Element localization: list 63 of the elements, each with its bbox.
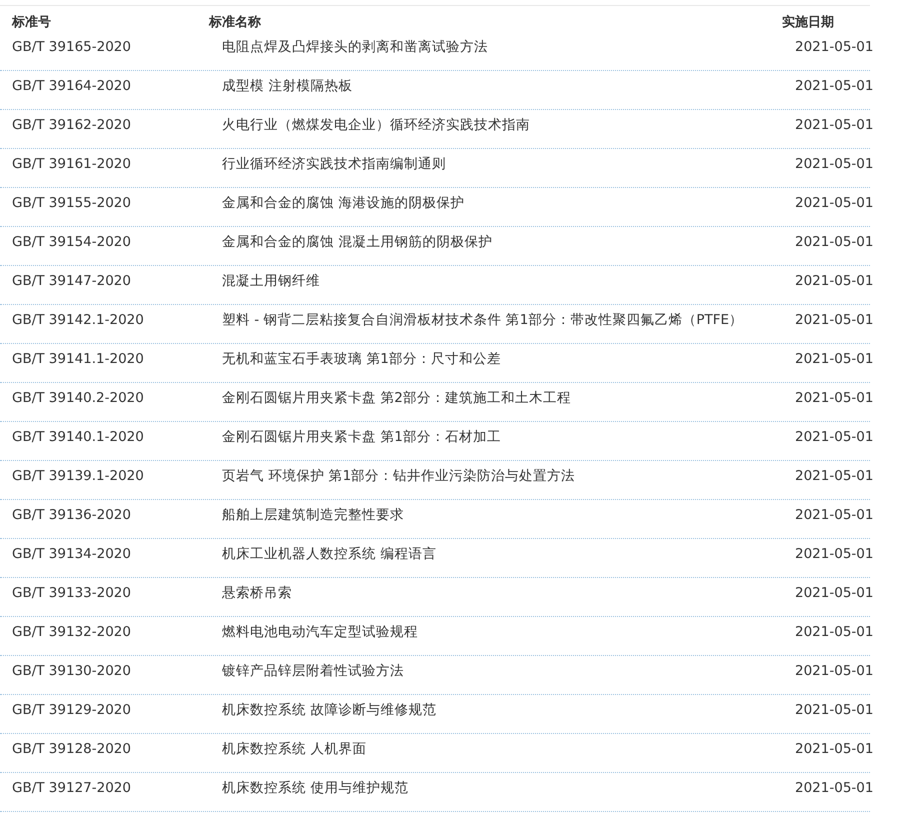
date-cell-text: 2021-05-01	[795, 272, 874, 291]
standard-name-cell-text: 镀锌产品锌层附着性试验方法	[222, 662, 405, 681]
standard-name-cell-text: 燃料电池电动汽车定型试验规程	[222, 623, 419, 642]
standard-number-cell-text: GB/T 39162-2020	[12, 116, 132, 135]
date-cell-text: 2021-05-01	[795, 701, 874, 720]
standard-name-cell-text: 电阻点焊及凸焊接头的剥离和凿离试验方法	[222, 38, 489, 57]
standard-number-cell-text: GB/T 39132-2020	[12, 623, 132, 642]
date-cell-text: 2021-05-01	[795, 350, 874, 369]
standard-name-cell-text: 塑料 - 钢背二层粘接复合自润滑板材技术条件 第1部分：带改性聚四氟乙烯（PTFE）	[222, 311, 744, 330]
standard-name-cell-text: 机床数控系统 使用与维护规范	[222, 779, 410, 798]
standard-name-cell-text: 成型模 注射模隔热板	[222, 77, 354, 96]
standard-number-cell-text: GB/T 39165-2020	[12, 38, 132, 57]
standard-number-cell-text: GB/T 39139.1-2020	[12, 467, 145, 486]
date-cell-text: 2021-05-01	[795, 428, 874, 447]
standard-name-cell-text: 页岩气 环境保护 第1部分：钻井作业污染防治与处置方法	[222, 467, 576, 486]
standard-number-cell-text: GB/T 39128-2020	[12, 740, 132, 759]
standard-number-cell-text: GB/T 39154-2020	[12, 233, 132, 252]
standard-number-cell-text: GB/T 39127-2020	[12, 779, 132, 798]
standard-number-cell-text: GB/T 39141.1-2020	[12, 350, 145, 369]
standard-name-cell-text: 行业循环经济实践技术指南编制通则	[222, 155, 447, 174]
standard-name-cell-text: 金刚石圆锯片用夹紧卡盘 第2部分：建筑施工和土木工程	[222, 389, 572, 408]
column-header: 实施日期	[782, 14, 835, 31]
date-cell-text: 2021-05-01	[795, 506, 874, 525]
date-cell-text: 2021-05-01	[795, 545, 874, 564]
date-cell-text: 2021-05-01	[795, 662, 874, 681]
standard-number-cell-text: GB/T 39133-2020	[12, 584, 132, 603]
date-cell-text: 2021-05-01	[795, 623, 874, 642]
date-cell-text: 2021-05-01	[795, 740, 874, 759]
date-cell-text: 2021-05-01	[795, 389, 874, 408]
date-cell-text: 2021-05-01	[795, 155, 874, 174]
standard-name-cell-text: 船舶上层建筑制造完整性要求	[222, 506, 405, 525]
standard-number-cell-text: GB/T 39136-2020	[12, 506, 132, 525]
date-cell-text: 2021-05-01	[795, 311, 874, 330]
standard-name-cell-text: 无机和蓝宝石手表玻璃 第1部分：尺寸和公差	[222, 350, 502, 369]
date-cell-text: 2021-05-01	[795, 77, 874, 96]
standard-name-cell-text: 机床工业机器人数控系统 编程语言	[222, 545, 438, 564]
standard-name-cell-text: 金刚石圆锯片用夹紧卡盘 第1部分：石材加工	[222, 428, 502, 447]
standard-number-cell-text: GB/T 39140.2-2020	[12, 389, 145, 408]
standard-number-cell-text: GB/T 39129-2020	[12, 701, 132, 720]
standard-name-cell-text: 悬索桥吊索	[222, 584, 293, 603]
column-header: 标准名称	[209, 14, 262, 31]
standard-name-cell-text: 混凝土用钢纤维	[222, 272, 321, 291]
standard-name-cell-text: 机床数控系统 人机界面	[222, 740, 368, 759]
standard-name-cell-text: 机床数控系统 故障诊断与维修规范	[222, 701, 438, 720]
column-header: 标准号	[12, 14, 52, 31]
standard-number-cell-text: GB/T 39142.1-2020	[12, 311, 145, 330]
date-cell-text: 2021-05-01	[795, 584, 874, 603]
standard-number-cell-text: GB/T 39140.1-2020	[12, 428, 145, 447]
standard-number-cell-text: GB/T 39147-2020	[12, 272, 132, 291]
standard-number-cell-text: GB/T 39155-2020	[12, 194, 132, 213]
standard-name-cell-text: 金属和合金的腐蚀 混凝土用钢筋的阴极保护	[222, 233, 494, 252]
standard-number-cell-text: GB/T 39161-2020	[12, 155, 132, 174]
standard-name-cell-text: 金属和合金的腐蚀 海港设施的阴极保护	[222, 194, 466, 213]
date-cell-text: 2021-05-01	[795, 194, 874, 213]
standard-number-cell-text: GB/T 39130-2020	[12, 662, 132, 681]
standard-number-cell-text: GB/T 39134-2020	[12, 545, 132, 564]
date-cell-text: 2021-05-01	[795, 467, 874, 486]
date-cell-text: 2021-05-01	[795, 779, 874, 798]
date-cell-text: 2021-05-01	[795, 116, 874, 135]
standard-name-cell-text: 火电行业（燃煤发电企业）循环经济实践技术指南	[222, 116, 531, 135]
date-cell-text: 2021-05-01	[795, 38, 874, 57]
date-cell-text: 2021-05-01	[795, 233, 874, 252]
standard-number-cell-text: GB/T 39164-2020	[12, 77, 132, 96]
